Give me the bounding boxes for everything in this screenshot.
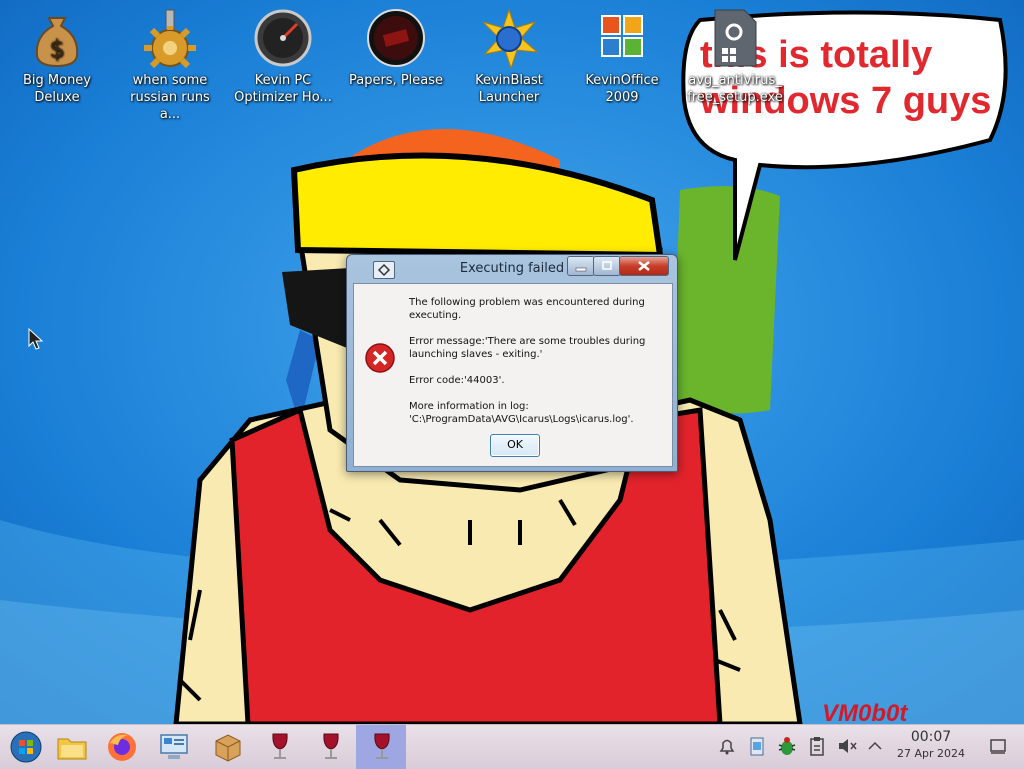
error-code-text: Error code:'44003'. [409,375,505,386]
package-icon [215,734,241,762]
money-bag-icon: $ [35,17,79,68]
clock[interactable]: 00:07 27 Apr 2024 [888,729,974,761]
blast-icon [482,8,539,68]
taskbar-wine-1[interactable] [254,725,304,769]
ok-button[interactable]: OK [490,434,540,457]
taskbar: 00:07 27 Apr 2024 [0,724,1024,769]
taskbar-control-panel[interactable] [148,725,198,769]
start-orb-icon [10,731,42,763]
maximize-button[interactable] [593,256,621,276]
desktop[interactable]: this is totally windows 7 guys VM0b0t $ … [0,0,1024,724]
taskbar-firefox[interactable] [96,725,146,769]
wine-glass-icon [272,733,288,759]
svg-text:$: $ [49,35,64,63]
setup-file-icon [714,9,757,67]
message-line: The following problem was encountered du… [409,297,645,308]
error-icon [365,343,395,373]
error-dialog[interactable]: Executing failed The following problem w… [346,254,678,472]
file-manager-icon [57,738,87,760]
gear-icon [144,9,196,68]
clipboard-manager-icon[interactable] [806,735,828,757]
taskbar-file-manager[interactable] [46,725,96,769]
office-icon [601,15,643,57]
volume-muted-icon[interactable] [836,735,858,757]
control-panel-icon [160,734,188,759]
papers-please-icon [367,9,425,67]
message-line: More information in log: [409,401,529,412]
log-path-text: 'C:\ProgramData\AVG\Icarus\Logs\icarus.l… [409,414,634,425]
desktop-icon-russian[interactable]: when some russian runs a... [118,8,222,122]
desktop-icon-papers-please[interactable]: Papers, Please [344,8,448,118]
close-button[interactable] [619,256,669,276]
show-desktop-icon[interactable] [988,735,1008,757]
gauge-icon [254,9,312,67]
desktop-icon-big-money-deluxe[interactable]: $ Big Money Deluxe [5,8,109,118]
start-button[interactable] [0,725,50,769]
notification-bell-icon[interactable] [716,735,738,757]
clock-date: 27 Apr 2024 [896,747,965,760]
taskbar-package[interactable] [202,725,252,769]
desktop-icon-avg-antivirus-setup[interactable]: avg_antivirus_ free_setup.exe [683,8,787,118]
message-line: Error message:'There are some troubles d… [409,336,646,347]
wine-glass-icon [323,733,339,759]
desktop-icon-kevinblast-launcher[interactable]: KevinBlast Launcher [457,8,561,118]
desktop-icon-kevin-pc-optimizer[interactable]: Kevin PC Optimizer Ho... [231,8,335,118]
firefox-icon [108,733,136,761]
mouse-cursor-icon [28,328,44,350]
wine-glass-icon [374,733,390,759]
message-line: launching slaves - exiting.' [409,349,543,360]
bug-icon[interactable] [776,735,798,757]
taskbar-wine-3-active[interactable] [356,725,406,769]
dialog-body: The following problem was encountered du… [353,283,673,467]
watermark-text: VM0b0t [822,700,908,724]
window-menu-icon[interactable] [373,261,395,279]
desktop-icon-kevinoffice-2009[interactable]: KevinOffice 2009 [570,8,674,118]
taskbar-wine-2[interactable] [305,725,355,769]
chevron-up-icon[interactable] [866,735,884,757]
message-line: executing. [409,310,462,321]
clipboard-icon[interactable] [746,735,768,757]
clock-time: 00:07 [910,729,952,745]
minimize-button[interactable] [567,256,595,276]
